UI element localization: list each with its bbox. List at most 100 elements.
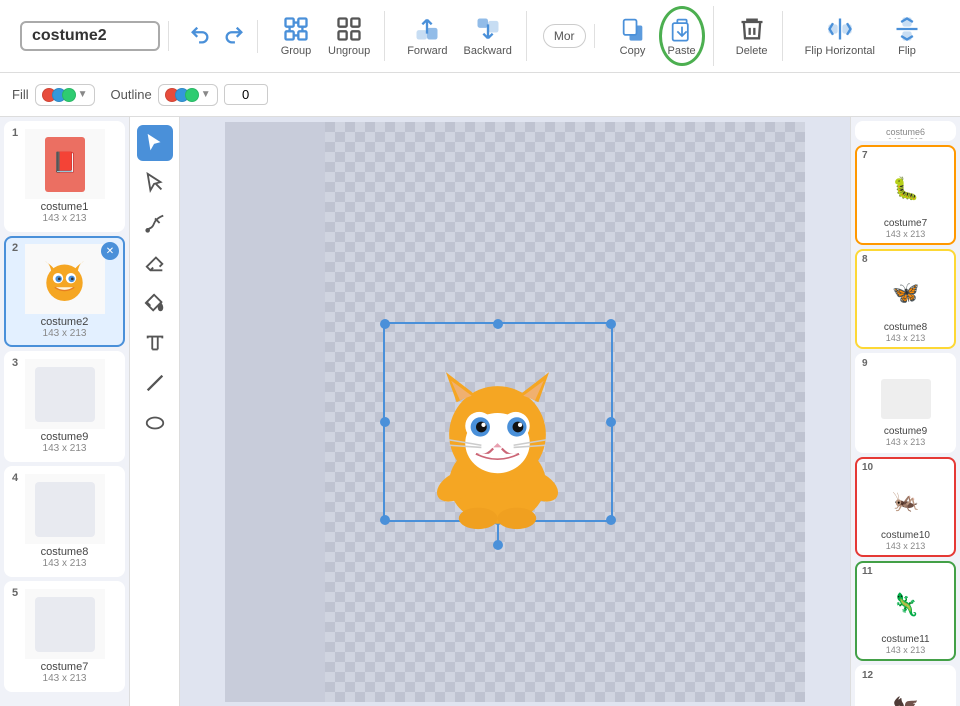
costume-item-5[interactable]: 5 costume7 143 x 213 bbox=[4, 581, 125, 692]
svg-text:🦎: 🦎 bbox=[892, 592, 919, 617]
undo-button[interactable] bbox=[185, 20, 215, 53]
right-num-9: 9 bbox=[862, 358, 868, 369]
group-label: Group bbox=[281, 45, 312, 57]
right-thumb-12: 🦅 bbox=[871, 683, 941, 706]
svg-text:🦋: 🦋 bbox=[892, 280, 919, 305]
canvas-inner bbox=[225, 122, 805, 702]
outline-color-circles bbox=[165, 88, 199, 102]
right-size-7: 143 x 213 bbox=[861, 229, 950, 239]
costume-size-2: 143 x 213 bbox=[12, 328, 117, 339]
flip-section: Flip Horizontal Flip bbox=[791, 11, 937, 61]
costume-item-3[interactable]: 3 costume9 143 x 213 bbox=[4, 351, 125, 462]
handle-ml[interactable] bbox=[380, 417, 390, 427]
flip-horizontal-label: Flip Horizontal bbox=[805, 45, 875, 57]
more-button[interactable]: Mor bbox=[543, 24, 586, 48]
costume-num-5: 5 bbox=[12, 587, 18, 599]
costume-size-3: 143 x 213 bbox=[12, 443, 117, 454]
costume-item-2[interactable]: 2 ✕ costume2 143 x 213 bbox=[4, 236, 125, 347]
flip-vertical-button[interactable]: Flip bbox=[885, 11, 929, 61]
canvas-area[interactable] bbox=[180, 117, 850, 706]
paste-label: Paste bbox=[668, 45, 696, 57]
backward-label: Backward bbox=[464, 45, 512, 57]
arrow-tool-button[interactable] bbox=[137, 165, 173, 201]
redo-button[interactable] bbox=[219, 20, 249, 53]
costume-name-2: costume2 bbox=[12, 316, 117, 328]
right-thumb-8: 🦋 bbox=[871, 267, 941, 322]
right-num-8: 8 bbox=[862, 254, 868, 265]
delete-badge-2[interactable]: ✕ bbox=[101, 242, 119, 260]
costume-item-4[interactable]: 4 costume8 143 x 213 bbox=[4, 466, 125, 577]
right-costume-8[interactable]: 8 🦋 costume8 143 x 213 bbox=[855, 249, 956, 349]
group-section: Group Ungroup bbox=[266, 11, 385, 61]
costume-size-5: 143 x 213 bbox=[12, 673, 117, 684]
svg-text:🦅: 🦅 bbox=[892, 695, 919, 706]
handle-br[interactable] bbox=[606, 515, 616, 525]
right-costume-10[interactable]: 10 🦗 costume10 143 x 213 bbox=[855, 457, 956, 557]
flip-horizontal-button[interactable]: Flip Horizontal bbox=[799, 11, 881, 61]
costume-num-4: 4 bbox=[12, 472, 18, 484]
costume-name-4: costume8 bbox=[12, 546, 117, 558]
right-costume-7[interactable]: 7 🐛 costume7 143 x 213 bbox=[855, 145, 956, 245]
costume-thumb-2 bbox=[25, 244, 105, 314]
handle-tl[interactable] bbox=[380, 319, 390, 329]
outline-section: Outline ▼ bbox=[111, 84, 268, 106]
line-tool-button[interactable] bbox=[137, 365, 173, 401]
ungroup-button[interactable]: Ungroup bbox=[322, 11, 376, 61]
right-costume-12[interactable]: 12 🦅 costume12 143 x 213 bbox=[855, 665, 956, 706]
secondary-toolbar: Fill ▼ Outline ▼ bbox=[0, 73, 960, 117]
forward-button[interactable]: Forward bbox=[401, 11, 453, 61]
eraser-tool-button[interactable] bbox=[137, 245, 173, 281]
costume-item-1[interactable]: 1 📕 costume1 143 x 213 bbox=[4, 121, 125, 232]
fill-color-picker[interactable]: ▼ bbox=[35, 84, 95, 106]
ungroup-label: Ungroup bbox=[328, 45, 370, 57]
delete-button[interactable]: Delete bbox=[730, 11, 774, 61]
text-tool-button[interactable] bbox=[137, 325, 173, 361]
right-costume-6-partial[interactable]: costume6 143 x 213 bbox=[855, 121, 956, 141]
right-costume-9[interactable]: 9 costume9 143 x 213 bbox=[855, 353, 956, 453]
costume-name-5: costume7 bbox=[12, 661, 117, 673]
fill-label: Fill bbox=[12, 87, 29, 102]
handle-mr[interactable] bbox=[606, 417, 616, 427]
costume-thumb-3 bbox=[25, 359, 105, 429]
fill-section: Fill ▼ bbox=[12, 84, 95, 106]
cat-sprite[interactable] bbox=[390, 327, 605, 542]
paste-button[interactable]: Paste bbox=[659, 6, 705, 66]
outline-color-picker[interactable]: ▼ bbox=[158, 84, 218, 106]
outline-chevron-icon: ▼ bbox=[201, 89, 211, 100]
copy-paste-section: Copy Paste bbox=[603, 6, 714, 66]
handle-bl[interactable] bbox=[380, 515, 390, 525]
right-costume-11[interactable]: 11 🦎 costume11 143 x 213 bbox=[855, 561, 956, 661]
tool-sidebar bbox=[130, 117, 180, 706]
fill-color-circles bbox=[42, 88, 76, 102]
right-name-9: costume9 bbox=[861, 426, 950, 437]
outline-label: Outline bbox=[111, 87, 152, 102]
svg-text:🦗: 🦗 bbox=[892, 488, 919, 513]
fill-color-dot-3 bbox=[62, 88, 76, 102]
select-tool-button[interactable] bbox=[137, 125, 173, 161]
right-size-8: 143 x 213 bbox=[861, 333, 950, 343]
backward-button[interactable]: Backward bbox=[458, 11, 518, 61]
handle-tr[interactable] bbox=[606, 319, 616, 329]
costume-name-1: costume1 bbox=[12, 201, 117, 213]
costume-thumb-4 bbox=[25, 474, 105, 544]
fill-chevron-icon: ▼ bbox=[78, 89, 88, 100]
brush-tool-button[interactable] bbox=[137, 205, 173, 241]
group-button[interactable]: Group bbox=[274, 11, 318, 61]
canvas-left-panel bbox=[225, 122, 325, 702]
outline-value-input[interactable] bbox=[224, 84, 268, 105]
right-name-11: costume11 bbox=[861, 634, 950, 645]
right-num-11: 11 bbox=[862, 566, 873, 577]
right-size-9: 143 x 213 bbox=[861, 437, 950, 447]
main-toolbar: Group Ungroup Forward Backward bbox=[0, 0, 960, 73]
copy-button[interactable]: Copy bbox=[611, 11, 655, 61]
costume-thumb-5 bbox=[25, 589, 105, 659]
order-section: Forward Backward bbox=[393, 11, 527, 61]
main-area: 1 📕 costume1 143 x 213 2 ✕ bbox=[0, 117, 960, 706]
costume-thumb-1: 📕 bbox=[25, 129, 105, 199]
right-name-8: costume8 bbox=[861, 322, 950, 333]
ellipse-tool-button[interactable] bbox=[137, 405, 173, 441]
forward-label: Forward bbox=[407, 45, 447, 57]
delete-label: Delete bbox=[736, 45, 768, 57]
costume-name-input[interactable] bbox=[20, 21, 160, 51]
fill-tool-button[interactable] bbox=[137, 285, 173, 321]
